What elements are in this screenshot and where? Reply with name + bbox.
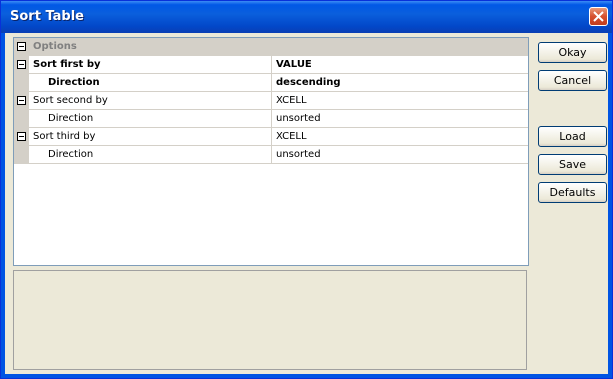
property-name: Sort first by — [29, 56, 271, 74]
property-row-sort-second[interactable]: Sort second by XCELL — [14, 92, 528, 110]
row-gutter — [14, 92, 29, 110]
property-name: Sort third by — [29, 128, 271, 146]
row-gutter — [14, 128, 29, 146]
property-value[interactable]: descending — [271, 74, 528, 92]
description-panel — [13, 270, 527, 370]
property-value[interactable]: XCELL — [271, 128, 528, 146]
window-title: Sort Table — [10, 9, 84, 24]
sort-table-dialog: Sort Table Options Sort first by VALUE D… — [0, 0, 613, 379]
row-gutter — [14, 74, 29, 92]
property-row-direction-2[interactable]: Direction unsorted — [14, 110, 528, 128]
property-row-sort-first[interactable]: Sort first by VALUE — [14, 56, 528, 74]
collapse-icon[interactable] — [17, 42, 26, 51]
property-name: Sort second by — [29, 92, 271, 110]
close-button[interactable] — [589, 7, 608, 26]
property-name: Direction — [29, 74, 271, 92]
category-row-options: Options — [14, 38, 528, 56]
row-gutter — [14, 110, 29, 128]
title-bar[interactable]: Sort Table — [1, 1, 612, 33]
okay-button[interactable]: Okay — [538, 42, 607, 63]
property-value[interactable]: unsorted — [271, 146, 528, 164]
cancel-button[interactable]: Cancel — [538, 70, 607, 91]
close-icon — [593, 11, 604, 22]
load-button[interactable]: Load — [538, 126, 607, 147]
row-gutter — [14, 146, 29, 164]
collapse-icon[interactable] — [17, 132, 26, 141]
property-row-direction-3[interactable]: Direction unsorted — [14, 146, 528, 164]
property-name: Direction — [29, 146, 271, 164]
category-label: Options — [33, 41, 77, 52]
property-row-direction-1[interactable]: Direction descending — [14, 74, 528, 92]
row-gutter — [14, 56, 29, 74]
property-grid: Options Sort first by VALUE Direction de… — [13, 37, 529, 266]
collapse-icon[interactable] — [17, 60, 26, 69]
property-value[interactable]: unsorted — [271, 110, 528, 128]
defaults-button[interactable]: Defaults — [538, 182, 607, 203]
dialog-body: Options Sort first by VALUE Direction de… — [5, 33, 608, 374]
property-value[interactable]: VALUE — [271, 56, 528, 74]
property-value[interactable]: XCELL — [271, 92, 528, 110]
property-row-sort-third[interactable]: Sort third by XCELL — [14, 128, 528, 146]
save-button[interactable]: Save — [538, 154, 607, 175]
collapse-icon[interactable] — [17, 96, 26, 105]
property-name: Direction — [29, 110, 271, 128]
